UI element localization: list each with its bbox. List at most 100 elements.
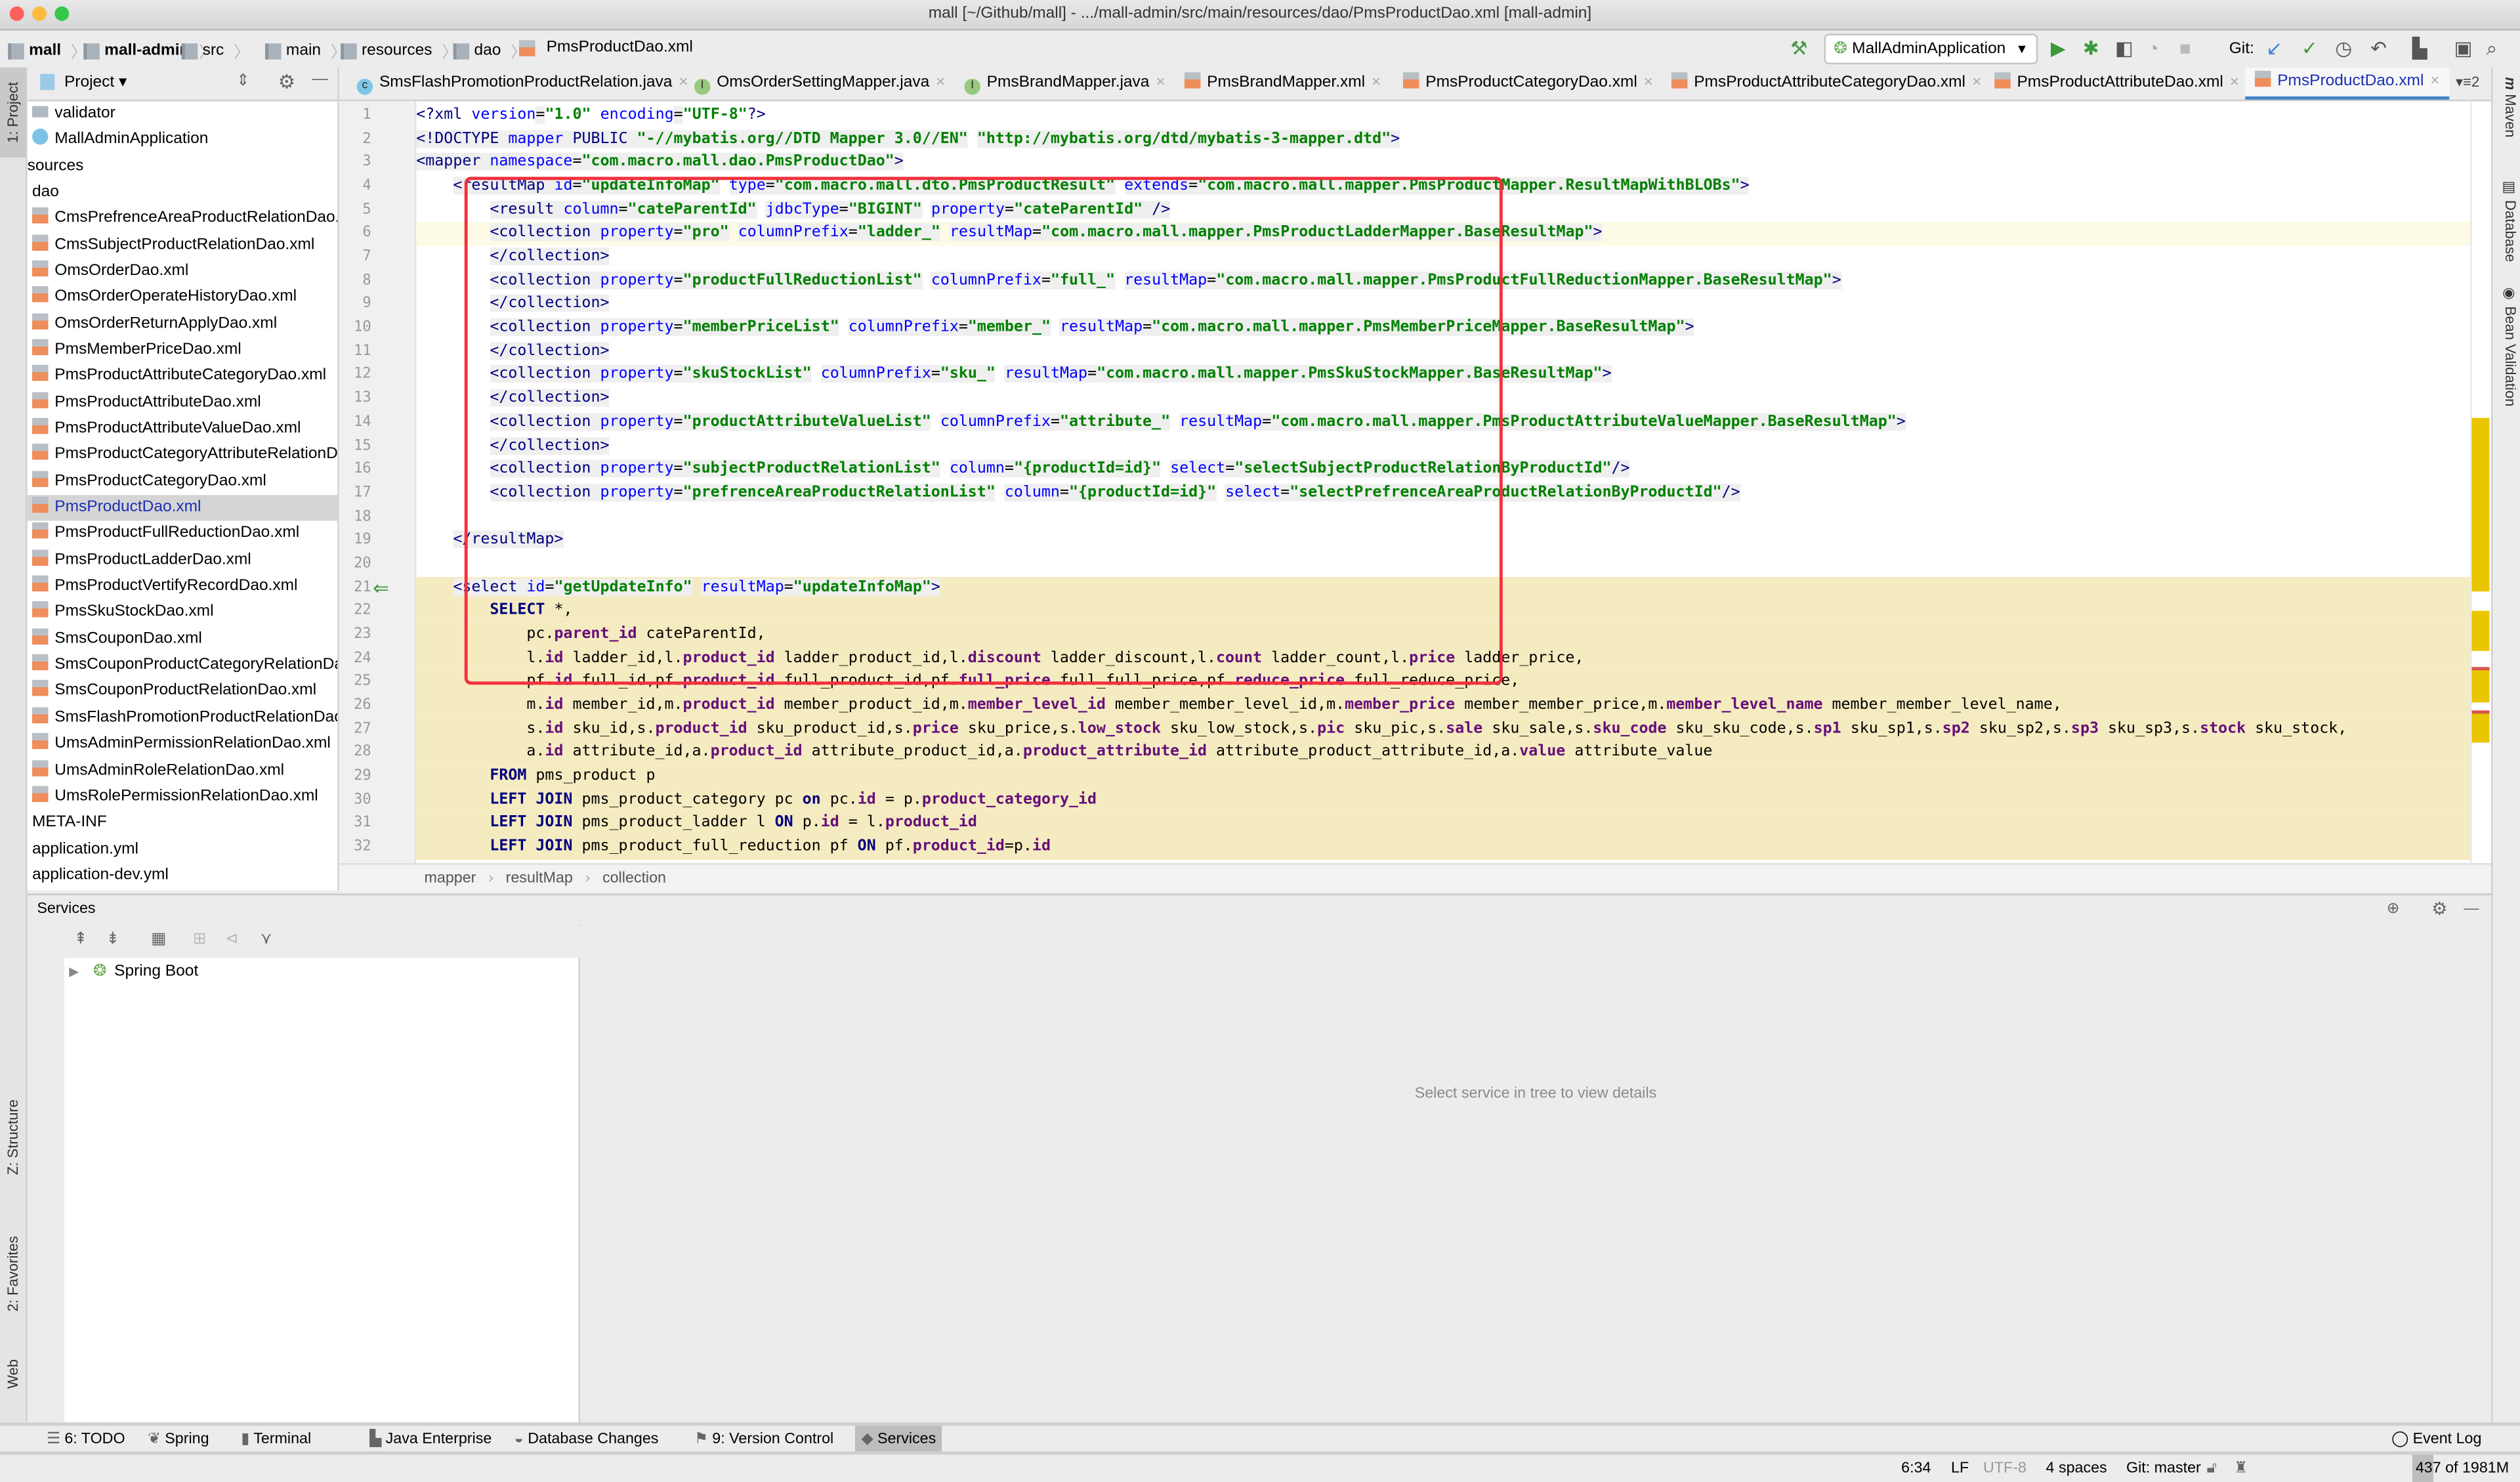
tab-overflow-button[interactable]: ▾≡2 bbox=[2456, 74, 2479, 92]
nav-breadcrumb-item[interactable]: dao〉 bbox=[453, 39, 527, 63]
revert-icon[interactable]: ↶ bbox=[2370, 38, 2387, 60]
scroll-marker[interactable] bbox=[2471, 417, 2490, 592]
tree-item[interactable]: PmsProductVertifyRecordDao.xml bbox=[28, 574, 338, 600]
bottom-tab-terminal[interactable]: ▮ Terminal bbox=[235, 1426, 318, 1454]
breadcrumb-mapper[interactable]: mapper bbox=[425, 870, 476, 887]
close-tab-icon[interactable]: × bbox=[1372, 74, 1381, 92]
tree-item[interactable]: PmsSkuStockDao.xml bbox=[28, 601, 338, 626]
target-icon[interactable]: ⊕ bbox=[2387, 895, 2400, 924]
tree-item[interactable]: SmsCouponDao.xml bbox=[28, 627, 338, 652]
nav-breadcrumb-item[interactable]: PmsProductDao.xml bbox=[519, 39, 693, 56]
minimize-window-button[interactable] bbox=[32, 6, 47, 21]
nav-breadcrumb-item[interactable]: resources 〉 bbox=[341, 39, 458, 63]
event-log-button[interactable]: ◯ Event Log bbox=[2385, 1426, 2488, 1454]
tab-smsflashpromotionproductrelation-java[interactable]: c SmsFlashPromotionProductRelation.java × bbox=[347, 68, 698, 100]
tree-item[interactable]: PmsProductCategoryAttributeRelationDao.x… bbox=[28, 442, 337, 468]
gear-icon[interactable]: ⚙ bbox=[278, 71, 295, 93]
tree-item[interactable]: PmsProductAttributeValueDao.xml bbox=[28, 416, 338, 442]
close-tab-icon[interactable]: × bbox=[2230, 74, 2239, 92]
collapse-all-icon[interactable]: ⇕ bbox=[236, 72, 250, 90]
history-icon[interactable]: ◷ bbox=[2335, 38, 2352, 60]
tree-item[interactable]: MallAdminApplication bbox=[28, 127, 338, 153]
breadcrumb-resultmap[interactable]: resultMap bbox=[506, 870, 573, 887]
search-icon[interactable]: ⌕ bbox=[2487, 38, 2497, 60]
breadcrumb-collection[interactable]: collection bbox=[602, 870, 666, 887]
tree-item[interactable]: sources bbox=[28, 154, 338, 179]
close-tab-icon[interactable]: × bbox=[2430, 72, 2439, 90]
nav-breadcrumb-item[interactable]: src 〉 bbox=[181, 39, 249, 63]
zoom-window-button[interactable] bbox=[54, 6, 70, 21]
tree-item[interactable]: UmsAdminPermissionRelationDao.xml bbox=[28, 732, 338, 757]
tool-tab-bean-validation[interactable]: ◉ Bean Validation bbox=[2496, 286, 2518, 406]
code-line[interactable]: s.id sku_id,s.product_id sku_product_id,… bbox=[416, 717, 2472, 742]
project-structure-icon[interactable]: ▙ bbox=[2412, 38, 2427, 60]
tool-tab-structure[interactable]: Z: Structure bbox=[0, 1080, 26, 1193]
code-line[interactable]: FROM pms_product p bbox=[416, 765, 2472, 789]
group-by-icon[interactable]: ▦ bbox=[151, 931, 166, 948]
bottom-tab-services[interactable]: ◆ Services bbox=[854, 1426, 943, 1455]
tree-item[interactable]: PmsProductAttributeCategoryDao.xml bbox=[28, 364, 338, 389]
implementation-arrow-icon[interactable]: ⇐ bbox=[373, 576, 389, 599]
tree-item[interactable]: SmsFlashPromotionProductRelationDao.xml bbox=[28, 706, 337, 731]
code-line[interactable]: <?xml version="1.0" encoding="UTF-8"?> bbox=[416, 104, 2471, 128]
run-icon[interactable]: ▶ bbox=[2051, 38, 2066, 60]
nav-breadcrumb-item[interactable]: main 〉 bbox=[265, 39, 346, 63]
tree-item[interactable]: SmsCouponProductRelationDao.xml bbox=[28, 679, 338, 705]
tree-item[interactable]: PmsProductAttributeDao.xml bbox=[28, 390, 338, 415]
tree-item[interactable]: dao bbox=[28, 180, 338, 205]
bottom-tab-9-version-control[interactable]: ⚑ 9: Version Control bbox=[688, 1426, 840, 1454]
tab-pmsproductcategorydao-xml[interactable]: PmsProductCategoryDao.xml × bbox=[1393, 68, 1662, 100]
tree-item[interactable]: PmsProductFullReductionDao.xml bbox=[28, 522, 338, 547]
code-line[interactable]: a.id attribute_id,a.product_id attribute… bbox=[416, 741, 2472, 765]
tree-item[interactable]: UmsRolePermissionRelationDao.xml bbox=[28, 784, 338, 810]
tab-pmsbrandmapper-xml[interactable]: PmsBrandMapper.xml × bbox=[1175, 68, 1391, 100]
run-configuration-dropdown[interactable]: ❂ MallAdminApplication ▼ bbox=[1824, 33, 2038, 64]
tab-pmsbrandmapper-java[interactable]: I PmsBrandMapper.java × bbox=[955, 68, 1175, 100]
debug-icon[interactable]: ✱ bbox=[2083, 38, 2099, 60]
tree-item[interactable]: PmsProductCategoryDao.xml bbox=[28, 469, 338, 494]
bottom-tab-spring[interactable]: ❦ Spring bbox=[142, 1426, 216, 1454]
add-service-icon[interactable]: ⊞ bbox=[193, 931, 207, 948]
code-line[interactable]: m.id member_id,m.product_id member_produ… bbox=[416, 694, 2472, 718]
bottom-tab-database-changes[interactable]: ◒ Database Changes bbox=[508, 1426, 665, 1454]
project-view-dropdown[interactable]: Project ▾ bbox=[64, 74, 127, 92]
tree-item[interactable]: OmsOrderReturnApplyDao.xml bbox=[28, 311, 338, 337]
build-hammer-icon[interactable]: ⚒ bbox=[1790, 38, 1807, 60]
code-line[interactable]: LEFT JOIN pms_product_ladder l ON p.id =… bbox=[416, 812, 2472, 836]
merge-icon[interactable]: ⋎ bbox=[261, 931, 272, 948]
tab-pmsproductattributedao-xml[interactable]: PmsProductAttributeDao.xml × bbox=[1984, 68, 2248, 100]
code-line[interactable]: LEFT JOIN pms_product_category pc on pc.… bbox=[416, 788, 2472, 813]
presentation-icon[interactable]: ▣ bbox=[2454, 38, 2473, 60]
tool-tab-maven[interactable]: m Maven bbox=[2496, 77, 2518, 138]
code-line[interactable]: <mapper namespace="com.macro.mall.dao.Pm… bbox=[416, 152, 2471, 175]
git-update-icon[interactable]: ↙ bbox=[2266, 38, 2282, 60]
close-tab-icon[interactable]: × bbox=[936, 74, 945, 92]
close-tab-icon[interactable]: × bbox=[1972, 74, 1981, 92]
code-editor[interactable]: 1 2 3 4 5 6 7 8 9 10 11 12 13 14 15 16 17 18 19 20 21 22 23 24 2… bbox=[339, 101, 2491, 864]
tree-item[interactable]: OmsOrderOperateHistoryDao.xml bbox=[28, 285, 338, 310]
tree-item[interactable]: OmsOrderDao.xml bbox=[28, 259, 338, 284]
gear-icon[interactable]: ⚙ bbox=[2431, 895, 2447, 924]
tool-tab-project[interactable]: 1: Project bbox=[0, 67, 26, 158]
tree-item[interactable]: PmsMemberPriceDao.xml bbox=[28, 337, 338, 363]
stop-icon[interactable]: ■ bbox=[2179, 38, 2191, 60]
tree-item[interactable]: application-dev.yml bbox=[28, 863, 338, 889]
filter-icon[interactable]: ⊲ bbox=[225, 931, 239, 948]
close-tab-icon[interactable]: × bbox=[1644, 74, 1653, 92]
tree-item[interactable]: application.yml bbox=[28, 837, 338, 862]
tree-item[interactable]: META-INF bbox=[28, 811, 338, 836]
git-commit-icon[interactable]: ✓ bbox=[2301, 38, 2318, 60]
close-window-button[interactable] bbox=[9, 6, 24, 21]
tab-pmsproductattributecategorydao-xml[interactable]: PmsProductAttributeCategoryDao.xml × bbox=[1662, 68, 1991, 100]
tab-pmsproductdao-xml[interactable]: PmsProductDao.xml × bbox=[2245, 67, 2450, 100]
hide-panel-icon[interactable]: — bbox=[2464, 895, 2479, 924]
profiler-icon[interactable]: ◔ bbox=[2147, 38, 2159, 60]
tree-item[interactable]: UmsAdminRoleRelationDao.xml bbox=[28, 758, 338, 784]
scroll-marker[interactable] bbox=[2471, 667, 2490, 703]
expand-arrow-icon[interactable]: ▶ bbox=[69, 964, 79, 979]
nav-breadcrumb-item[interactable]: mall 〉 bbox=[8, 39, 87, 63]
scroll-marker[interactable] bbox=[2471, 610, 2490, 651]
tool-tab-favorites[interactable]: 2: Favorites bbox=[0, 1217, 26, 1329]
tree-item[interactable]: PmsProductLadderDao.xml bbox=[28, 548, 338, 574]
bottom-tab-java-enterprise[interactable]: ▙ Java Enterprise bbox=[363, 1426, 498, 1454]
